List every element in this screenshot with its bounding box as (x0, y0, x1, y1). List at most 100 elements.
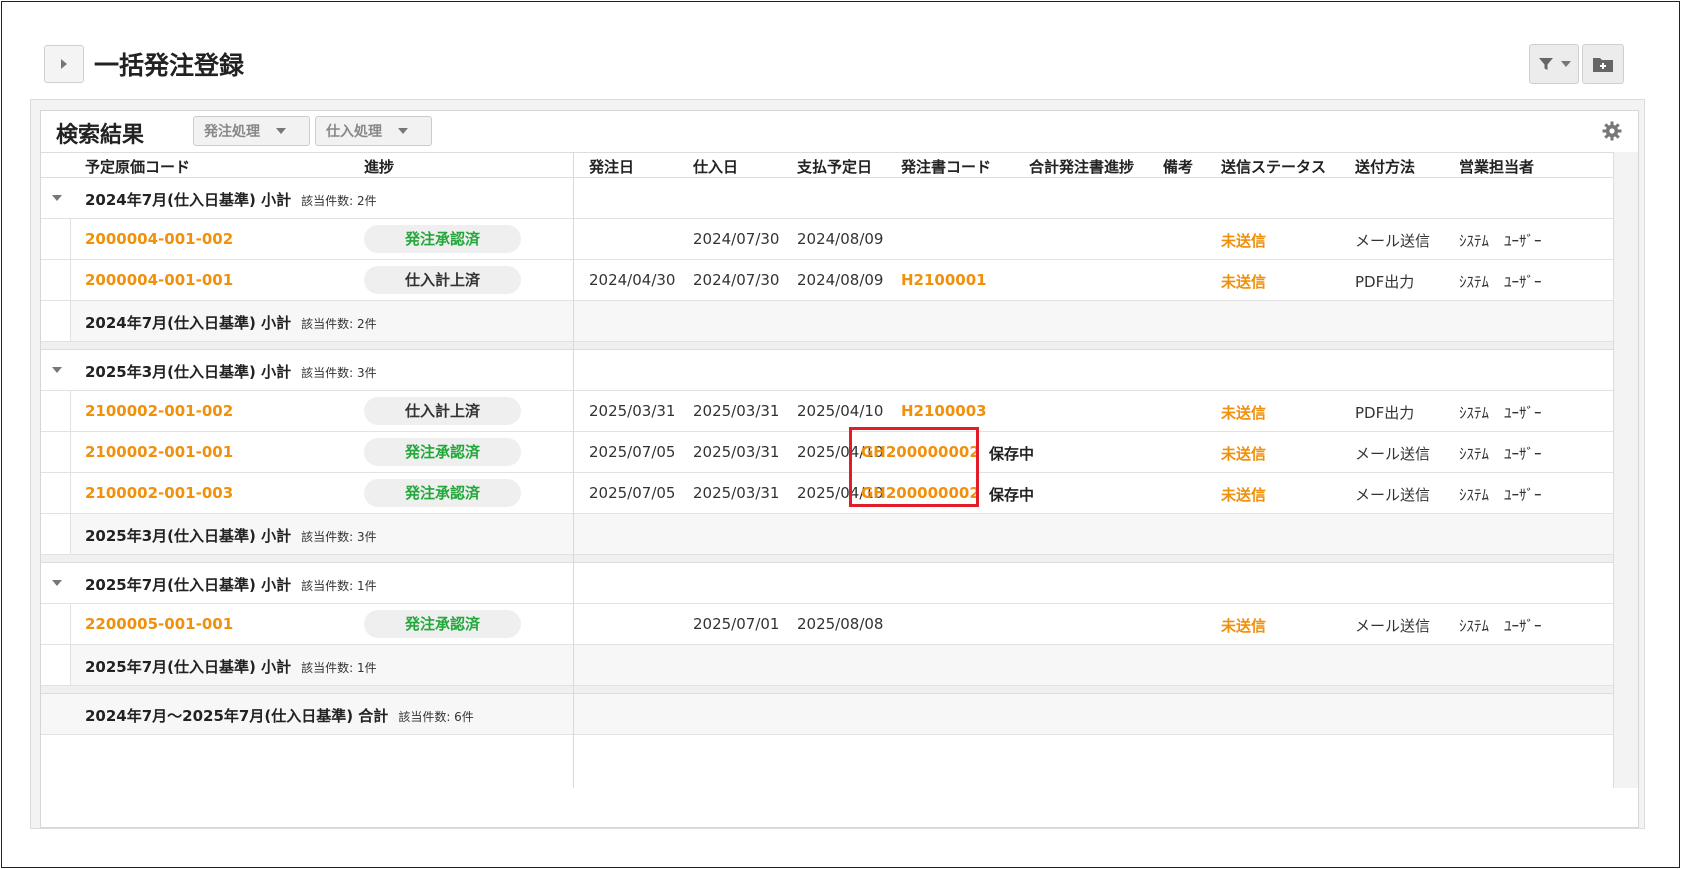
table-row[interactable]: 2000004-001-001 仕入計上済 2024/04/30 2024/07… (41, 260, 1613, 301)
progress-badge: 発注承認済 (364, 479, 521, 507)
order-date: 2025/07/05 (589, 443, 676, 461)
progress-badge: 発注承認済 (364, 225, 521, 253)
group-header-row[interactable]: 2025年3月(仕入日基準) 小計 該当件数: 3件 (41, 350, 1613, 391)
table-row[interactable]: 2200005-001-001 発注承認済 2025/07/01 2025/08… (41, 604, 1613, 645)
send-method: PDF出力 (1355, 273, 1415, 291)
collapse-caret-icon[interactable] (52, 580, 62, 586)
purchase-date: 2025/03/31 (693, 402, 780, 420)
order-process-dropdown[interactable]: 発注処理 (193, 116, 310, 146)
send-status: 未送信 (1221, 404, 1267, 422)
col-header[interactable]: 発注書コード (901, 156, 991, 177)
col-header[interactable]: 予定原価コード (85, 156, 190, 177)
col-header[interactable]: 送付方法 (1355, 156, 1415, 177)
progress-badge: 仕入計上済 (364, 397, 521, 425)
chevron-down-icon (276, 128, 286, 134)
total-progress: 保存中 (989, 486, 1035, 504)
col-header[interactable]: 送信ステータス (1221, 156, 1326, 177)
send-status: 未送信 (1221, 486, 1267, 504)
cost-code-link[interactable]: 2100002-001-002 (85, 402, 233, 420)
filter-button[interactable] (1529, 44, 1579, 84)
vertical-scrollbar[interactable] (1613, 152, 1638, 788)
col-header[interactable]: 仕入日 (693, 156, 738, 177)
col-header[interactable]: 発注日 (589, 156, 634, 177)
purchase-process-dropdown[interactable]: 仕入処理 (315, 116, 432, 146)
frozen-column-divider (573, 152, 574, 788)
sales-staff: ｼｽﾃﾑ ﾕｰｻﾞｰ (1459, 617, 1542, 635)
chevron-right-icon (61, 59, 67, 69)
cost-code-link[interactable]: 2100002-001-003 (85, 484, 233, 502)
group-separator (41, 342, 1613, 350)
group-header-row[interactable]: 2024年7月(仕入日基準) 小計 該当件数: 2件 (41, 178, 1613, 219)
sales-staff: ｼｽﾃﾑ ﾕｰｻﾞｰ (1459, 445, 1542, 463)
order-process-label: 発注処理 (204, 124, 260, 140)
send-method: メール送信 (1355, 232, 1431, 250)
purchase-date: 2025/07/01 (693, 615, 780, 633)
table-row[interactable]: 2000004-001-002 発注承認済 2024/07/30 2024/08… (41, 219, 1613, 260)
cost-code-link[interactable]: 2100002-001-001 (85, 443, 233, 461)
send-method: PDF出力 (1355, 404, 1415, 422)
purchase-process-label: 仕入処理 (326, 124, 382, 140)
pay-date: 2025/04/10 (797, 402, 884, 420)
progress-badge: 発注承認済 (364, 438, 521, 466)
subtotal-label: 2024年7月(仕入日基準) 小計 該当件数: 2件 (85, 314, 377, 332)
sales-staff: ｼｽﾃﾑ ﾕｰｻﾞｰ (1459, 232, 1542, 250)
filter-icon (1539, 58, 1553, 70)
collapse-caret-icon[interactable] (52, 367, 62, 373)
cost-code-link[interactable]: 2000004-001-002 (85, 230, 233, 248)
collapse-caret-icon[interactable] (52, 195, 62, 201)
table-row[interactable]: 2100002-001-001 発注承認済 2025/07/05 2025/03… (41, 432, 1613, 473)
purchase-date: 2024/07/30 (693, 271, 780, 289)
group-label: 2024年7月(仕入日基準) 小計 該当件数: 2件 (85, 191, 377, 209)
grand-total-row: 2024年7月～2025年7月(仕入日基準) 合計 該当件数: 6件 (41, 694, 1613, 735)
purchase-date: 2025/03/31 (693, 484, 780, 502)
send-status: 未送信 (1221, 232, 1267, 250)
subtotal-label: 2025年7月(仕入日基準) 小計 該当件数: 1件 (85, 658, 377, 676)
table-row[interactable]: 2100002-001-003 発注承認済 2025/07/05 2025/03… (41, 473, 1613, 514)
order-date: 2025/07/05 (589, 484, 676, 502)
subtotal-row: 2024年7月(仕入日基準) 小計 該当件数: 2件 (41, 301, 1613, 342)
col-header[interactable]: 支払予定日 (797, 156, 872, 177)
group-header-row[interactable]: 2025年7月(仕入日基準) 小計 該当件数: 1件 (41, 563, 1613, 604)
progress-badge: 仕入計上済 (364, 266, 521, 294)
grand-total-label: 2024年7月～2025年7月(仕入日基準) 合計 該当件数: 6件 (85, 707, 474, 725)
col-header[interactable]: 備考 (1163, 156, 1193, 177)
order-date: 2025/03/31 (589, 402, 676, 420)
table-row[interactable]: 2100002-001-002 仕入計上済 2025/03/31 2025/03… (41, 391, 1613, 432)
cost-code-link[interactable]: 2000004-001-001 (85, 271, 233, 289)
settings-button[interactable] (1602, 121, 1622, 145)
send-status: 未送信 (1221, 617, 1267, 635)
page-title: 一括発注登録 (94, 51, 245, 80)
chevron-down-icon (398, 128, 408, 134)
total-progress: 保存中 (989, 445, 1035, 463)
chevron-down-icon (1561, 61, 1571, 67)
pay-date: 2024/08/09 (797, 271, 884, 289)
sales-staff: ｼｽﾃﾑ ﾕｰｻﾞｰ (1459, 273, 1542, 291)
subtotal-row: 2025年3月(仕入日基準) 小計 該当件数: 3件 (41, 514, 1613, 555)
purchase-date: 2025/03/31 (693, 443, 780, 461)
col-header[interactable]: 進捗 (364, 156, 394, 177)
send-method: メール送信 (1355, 617, 1431, 635)
order-date: 2024/04/30 (589, 271, 676, 289)
cost-code-link[interactable]: 2200005-001-001 (85, 615, 233, 633)
purchase-date: 2024/07/30 (693, 230, 780, 248)
group-label: 2025年7月(仕入日基準) 小計 該当件数: 1件 (85, 576, 377, 594)
col-header[interactable]: 合計発注書進捗 (1029, 156, 1134, 177)
col-header[interactable]: 営業担当者 (1459, 156, 1534, 177)
subtotal-row: 2025年7月(仕入日基準) 小計 該当件数: 1件 (41, 645, 1613, 686)
add-folder-button[interactable] (1582, 44, 1624, 84)
results-panel: 検索結果 発注処理 仕入処理 予定原価コード 進捗 発注日 仕入日 支払予定日 … (40, 110, 1639, 828)
group-label: 2025年3月(仕入日基準) 小計 該当件数: 3件 (85, 363, 377, 381)
group-separator (41, 686, 1613, 694)
po-code-link[interactable]: H2100001 (901, 271, 987, 289)
grid-header: 予定原価コード 進捗 発注日 仕入日 支払予定日 発注書コード 合計発注書進捗 … (41, 152, 1613, 178)
po-code-link[interactable]: H2100003 (901, 402, 987, 420)
sales-staff: ｼｽﾃﾑ ﾕｰｻﾞｰ (1459, 404, 1542, 422)
sidebar-toggle-button[interactable] (44, 45, 84, 83)
pay-date: 2024/08/09 (797, 230, 884, 248)
progress-badge: 発注承認済 (364, 610, 521, 638)
pay-date: 2025/08/08 (797, 615, 884, 633)
send-method: メール送信 (1355, 486, 1431, 504)
send-status: 未送信 (1221, 273, 1267, 291)
subtotal-label: 2025年3月(仕入日基準) 小計 該当件数: 3件 (85, 527, 377, 545)
gear-icon (1602, 121, 1622, 141)
